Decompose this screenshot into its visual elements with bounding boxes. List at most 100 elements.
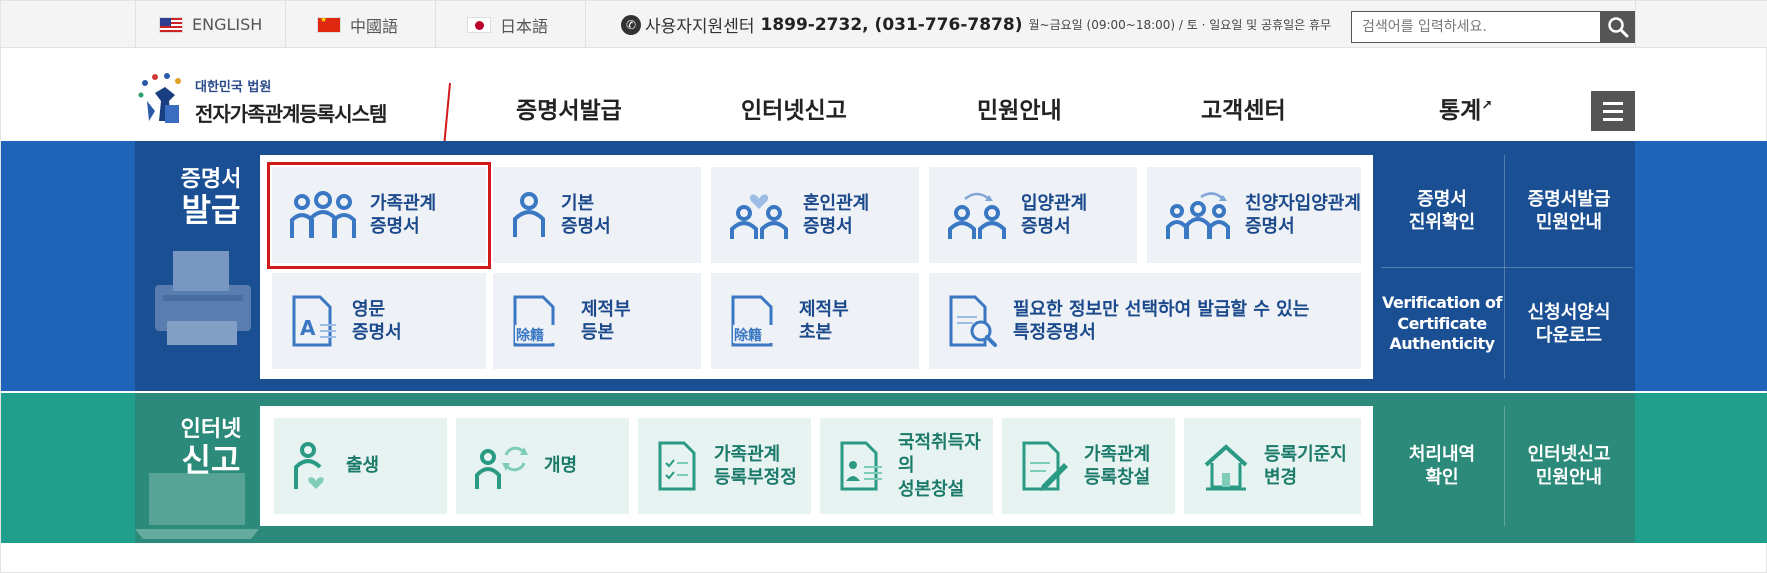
menu-icon-bar: [1603, 117, 1623, 121]
tile-label-line1: 제적부: [799, 298, 849, 320]
report-title-line1: 인터넷: [180, 417, 242, 442]
birth-icon: [294, 442, 324, 489]
nav-certificate-issue[interactable]: 증명서발급: [516, 91, 622, 125]
nav-customer-center[interactable]: 고객센터: [1201, 91, 1286, 125]
divider: [1635, 1, 1636, 48]
japan-flag-icon: [467, 16, 491, 33]
tile-label-line2: 초본: [799, 322, 833, 343]
certificate-verification-button[interactable]: 증명서 진위확인: [1381, 155, 1503, 267]
lang-english-label: ENGLISH: [192, 15, 263, 34]
tile-label-line1: 가족관계: [370, 192, 437, 214]
tile-label-line2: 증명서: [1245, 216, 1295, 237]
processing-history-button[interactable]: 처리내역 확인: [1381, 406, 1503, 526]
tile-label-line2: 증명서: [1021, 216, 1071, 237]
external-link-icon: ↗: [1481, 98, 1493, 114]
tile-register-correction[interactable]: 가족관계 등록부정정: [638, 418, 811, 514]
tile-label-line2: 증명서: [561, 216, 611, 237]
court-emblem-icon: [138, 73, 181, 123]
tile-label-line1: 가족관계: [714, 443, 781, 465]
application-form-download-button[interactable]: 신청서양식 다운로드: [1505, 268, 1633, 380]
tile-family-relation-certificate[interactable]: 가족관계 증명서: [272, 167, 486, 263]
side-label-line2: 민원안내: [1535, 467, 1603, 488]
family-icon: [290, 191, 356, 238]
side-label-line1: 인터넷신고: [1527, 443, 1611, 465]
support-hours: 월~금요일 (09:00~18:00) / 토 · 일요일 및 공휴일은 휴무: [1028, 18, 1332, 32]
search-button[interactable]: [1601, 11, 1635, 43]
menu-icon-bar: [1603, 109, 1623, 113]
side-label-line1: Verification of: [1382, 292, 1503, 312]
lang-japanese-link[interactable]: 日本語: [467, 1, 548, 48]
tile-label-line2: 등록부정정: [714, 467, 797, 488]
menu-button[interactable]: [1591, 91, 1635, 131]
divider: [435, 1, 436, 48]
side-label-line2: 다운로드: [1535, 325, 1603, 346]
document-pen-icon: [1022, 441, 1068, 491]
nav-civil-guide[interactable]: 민원안내: [977, 91, 1062, 125]
tile-label-line1: 출생: [346, 455, 380, 477]
tile-label-line2: 등록창설: [1084, 467, 1151, 488]
lang-japanese-label: 日本語: [500, 16, 549, 36]
side-label-line2: Certificate: [1397, 313, 1487, 333]
report-guide-button[interactable]: 인터넷신고 민원안내: [1505, 406, 1633, 526]
logo-title: 전자가족관계등록시스템: [195, 101, 387, 126]
tile-label-line1: 혼인관계: [803, 192, 870, 214]
removal-register-icon: 除籍: [731, 295, 783, 347]
certificate-guide-button[interactable]: 증명서발급 민원안내: [1505, 155, 1633, 267]
tile-birth-report[interactable]: 출생: [274, 418, 447, 514]
tile-label-line1: 친양자입양관계: [1245, 192, 1361, 214]
tile-name-change-report[interactable]: 개명: [456, 418, 629, 514]
certificate-section-title: 증명서 발급: [151, 167, 271, 229]
tile-removal-register-extract[interactable]: 除籍 제적부 초본: [711, 273, 919, 369]
tile-label-line1: 필요한 정보만 선택하여 발급할 수 있는: [1013, 298, 1310, 320]
search-icon: [1608, 17, 1629, 38]
side-label-line2: 민원안내: [1535, 212, 1603, 233]
tile-removal-register-copy[interactable]: 除籍 제적부 등본: [493, 273, 701, 369]
certificate-title-line1: 증명서: [180, 167, 242, 192]
tile-register-creation[interactable]: 가족관계 등록창설: [1002, 418, 1175, 514]
side-label-line1: 처리내역: [1408, 443, 1476, 465]
tile-register-base-change[interactable]: 등록기준지 변경: [1184, 418, 1361, 514]
tile-label-line1: 국적취득자의: [898, 431, 981, 477]
tile-label-line1: 입양관계: [1021, 192, 1088, 214]
tile-full-adoption-certificate[interactable]: 친양자입양관계 증명서: [1147, 167, 1361, 263]
side-label-line1: 증명서: [1417, 188, 1467, 210]
rename-icon: [475, 446, 528, 489]
nav-statistics[interactable]: 통계↗: [1439, 91, 1492, 125]
divider: [285, 1, 286, 48]
tile-label-line2: 변경: [1264, 467, 1298, 488]
support-label: 사용자지원센터: [645, 17, 755, 37]
nav-internet-report[interactable]: 인터넷신고: [741, 91, 847, 125]
tile-label-line1: 가족관계: [1084, 443, 1151, 465]
tile-adoption-certificate[interactable]: 입양관계 증명서: [929, 167, 1137, 263]
checklist-document-icon: [658, 441, 696, 491]
site-logo[interactable]: 대한민국 법원 전자가족관계등록시스템: [135, 71, 387, 131]
person-icon: [513, 192, 545, 237]
printer-icon: [155, 251, 251, 345]
removal-register-icon: 除籍: [513, 295, 565, 347]
support-center-info: ✆ 사용자지원센터 1899-2732, (031-776-7878) 월~금요…: [621, 1, 1331, 48]
divider: [135, 1, 136, 48]
couple-heart-icon: [730, 194, 788, 239]
tile-naturalized-surname-creation[interactable]: 국적취득자의 성본창설: [820, 418, 993, 514]
tile-english-certificate[interactable]: A 영문 증명서: [272, 273, 486, 369]
tile-specific-certificate[interactable]: 필요한 정보만 선택하여 발급할 수 있는 특정증명서: [929, 273, 1361, 369]
tile-basic-certificate[interactable]: 기본 증명서: [493, 167, 701, 263]
search-input[interactable]: [1351, 11, 1601, 43]
tile-marriage-certificate[interactable]: 혼인관계 증명서: [711, 167, 919, 263]
tile-label-line2: 등본: [581, 322, 615, 343]
page: ENGLISH 中國語 日本語 ✆ 사용자지원센터 1899-2732, (03…: [0, 0, 1767, 573]
tile-label-line1: 기본: [561, 192, 595, 214]
support-numbers: 1899-2732, (031-776-7878): [760, 14, 1023, 35]
adoption-icon: [948, 192, 1006, 239]
certificate-title-line2: 발급: [181, 191, 241, 230]
verification-of-authenticity-button[interactable]: Verification of Certificate Authenticity: [1381, 268, 1503, 380]
family-adoption-icon: [1166, 192, 1230, 239]
lang-chinese-link[interactable]: 中國語: [317, 1, 398, 48]
utility-bar: ENGLISH 中國語 日本語 ✆ 사용자지원센터 1899-2732, (03…: [1, 1, 1767, 48]
side-label-line2: 진위확인: [1408, 212, 1476, 233]
tile-label-line1: 제적부: [581, 298, 631, 320]
china-flag-icon: [317, 16, 341, 33]
lang-english-link[interactable]: ENGLISH: [159, 1, 262, 48]
tile-label-line2: 성본창설: [898, 478, 965, 500]
tile-label-line2: 특정증명서: [1013, 322, 1096, 343]
